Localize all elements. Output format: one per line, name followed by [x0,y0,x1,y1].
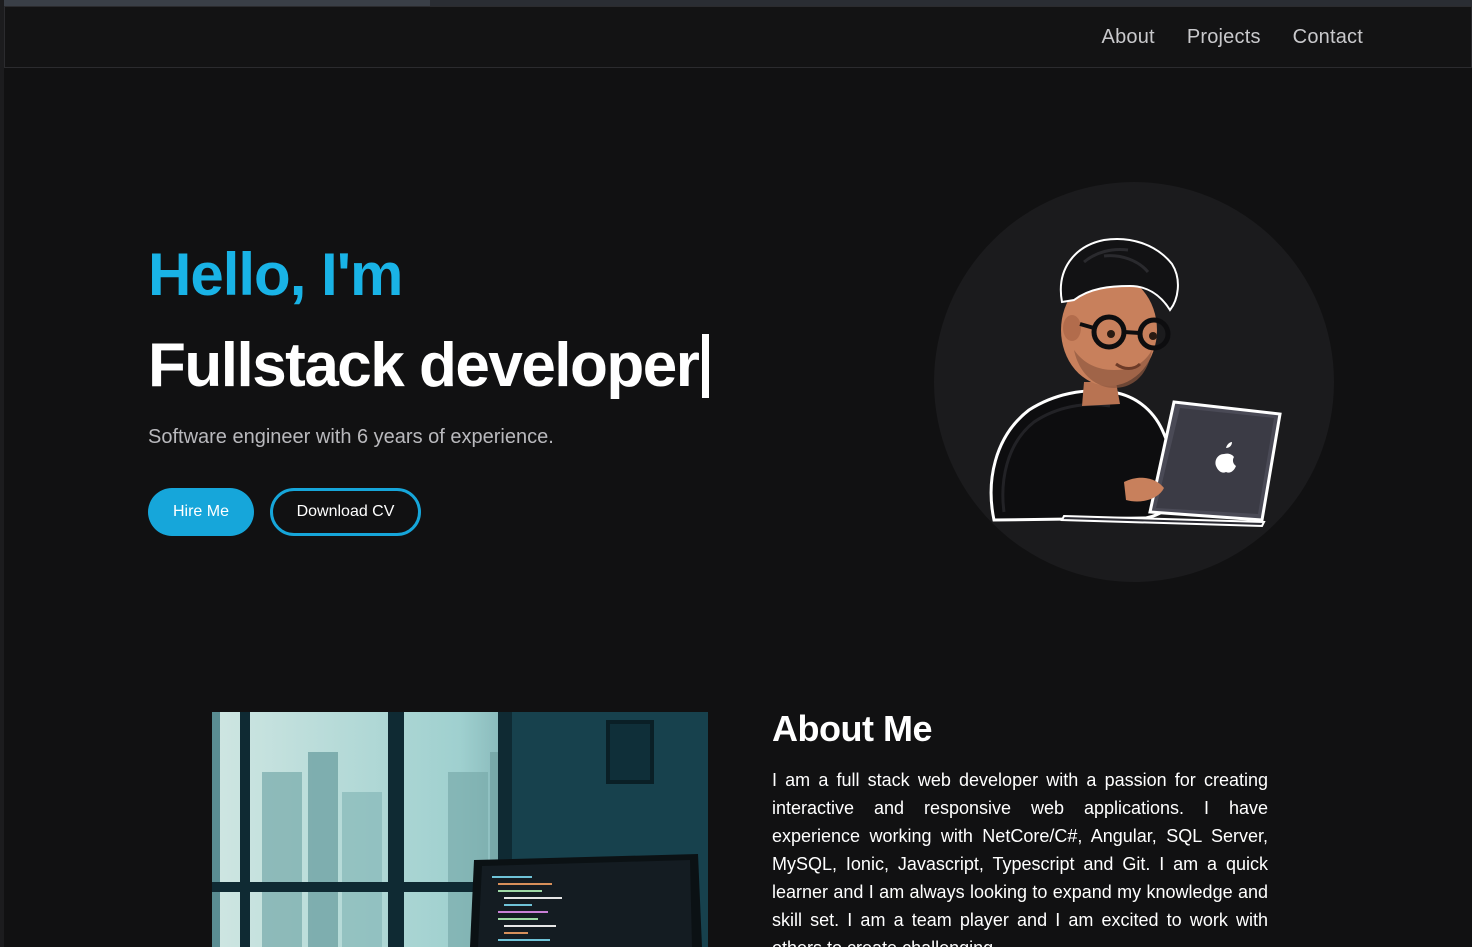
left-edge [0,0,4,947]
portfolio-page: About Projects Contact Hello, I'm Fullst… [0,0,1472,947]
navbar: About Projects Contact [4,6,1472,68]
nav-link-projects[interactable]: Projects [1187,26,1261,49]
nav-links: About Projects Contact [1102,7,1363,67]
about-description: I am a full stack web developer with a p… [772,770,1268,947]
hero-greeting: Hello, I'm [148,241,403,308]
city-window-photo [212,712,708,947]
nav-link-contact[interactable]: Contact [1293,26,1363,49]
hero-subtitle: Software engineer with 6 years of experi… [148,426,554,448]
hire-me-button[interactable]: Hire Me [148,488,254,536]
about-title: About Me [772,708,932,749]
typing-caret [702,333,710,398]
hero-role-text: Fullstack developer [148,331,700,400]
about-photo [212,712,708,947]
nav-link-about[interactable]: About [1102,26,1155,49]
avatar-illustration [989,238,1282,528]
download-cv-button[interactable]: Download CV [270,488,421,536]
hero-role: Fullstack developer [148,330,710,401]
